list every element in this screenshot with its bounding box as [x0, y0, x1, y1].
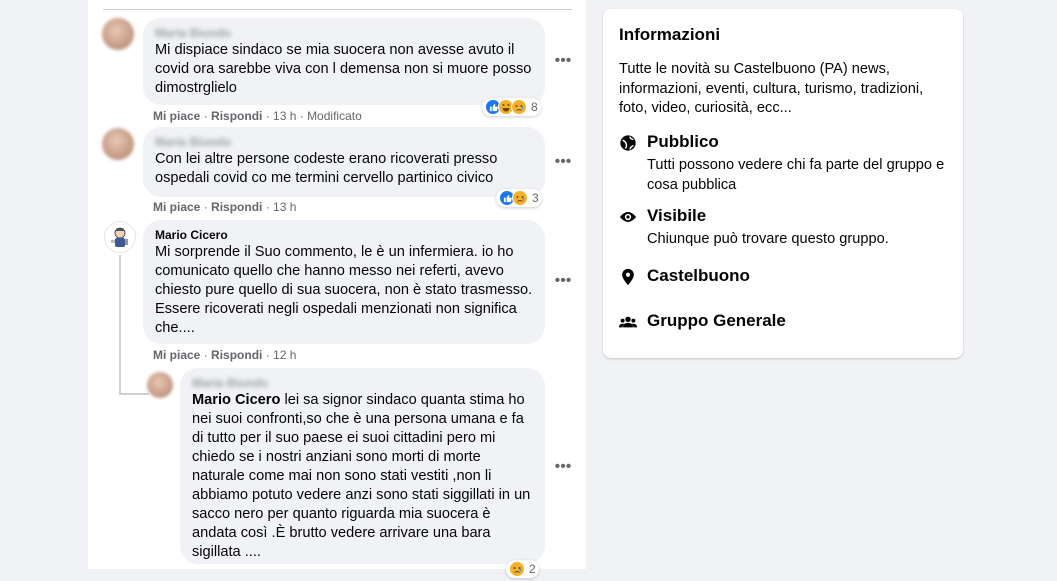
- like-button[interactable]: Mi piace: [153, 348, 200, 362]
- reactions-summary[interactable]: 8: [482, 98, 541, 116]
- privacy-title: Pubblico: [647, 132, 719, 151]
- comment-author[interactable]: Maria Biundo: [155, 134, 533, 150]
- group-description: Tutte le novità su Castelbuono (PA) news…: [619, 61, 924, 116]
- comment-time[interactable]: 13 h: [273, 200, 296, 214]
- like-button[interactable]: Mi piace: [153, 109, 200, 123]
- avatar[interactable]: [147, 372, 173, 398]
- comment-author[interactable]: Mario Cicero: [155, 227, 533, 243]
- sad-icon: [509, 561, 525, 577]
- reactions-count: 2: [529, 562, 536, 576]
- thread-line: [119, 255, 121, 395]
- more-options-button[interactable]: •••: [552, 456, 574, 478]
- location-row[interactable]: Castelbuono: [619, 266, 949, 290]
- avatar[interactable]: [104, 221, 136, 253]
- reactions-count: 3: [532, 191, 539, 205]
- like-button[interactable]: Mi piace: [153, 200, 200, 214]
- comments-feed: Maria Biundo Mi dispiace sindaco se mia …: [88, 0, 586, 578]
- reply-button[interactable]: Rispondi: [211, 109, 262, 123]
- reactions-count: 8: [531, 100, 538, 114]
- comment-text: Mi dispiace sindaco se mia suocera non a…: [155, 42, 532, 96]
- thread-line: [119, 393, 149, 395]
- reactions-summary[interactable]: 2: [506, 560, 539, 578]
- more-options-button[interactable]: •••: [552, 270, 574, 292]
- more-options-button[interactable]: •••: [552, 151, 574, 173]
- reactions-summary[interactable]: 3: [496, 189, 542, 207]
- visibility-text: Chiunque può trovare questo gruppo.: [647, 231, 889, 247]
- comment-body: lei sa signor sindaco quanta stima ho ne…: [192, 392, 531, 560]
- comment-bubble: Maria Biundo Mi dispiace sindaco se mia …: [143, 18, 545, 105]
- comment-bubble: Mario Cicero Mi sorprende il Suo comment…: [143, 220, 545, 344]
- visibility-row: Visibile Chiunque può trovare questo gru…: [619, 206, 949, 251]
- group-icon: [619, 316, 637, 328]
- location-pin-icon: [622, 268, 634, 286]
- comment-author[interactable]: Maria Biundo: [192, 375, 533, 391]
- privacy-row: Pubblico Tutti possono vedere chi fa par…: [619, 132, 949, 193]
- eye-icon: [619, 212, 637, 222]
- comment-actions: Mi piace · Rispondi · 13 h · Modificato: [153, 109, 362, 123]
- comment-author[interactable]: Maria Biundo: [155, 25, 533, 41]
- category-row: Gruppo Generale: [619, 311, 949, 335]
- comment-text: Con lei altre persone codeste erano rico…: [155, 151, 498, 186]
- comment-actions: Mi piace · Rispondi · 12 h: [153, 348, 297, 362]
- comment-text: Mi sorprende il Suo commento, le è un in…: [155, 244, 533, 336]
- comment-bubble: Maria Biundo Mario Cicero lei sa signor …: [180, 368, 545, 564]
- mention-link[interactable]: Mario Cicero: [192, 392, 280, 408]
- location-label[interactable]: Castelbuono: [647, 266, 750, 286]
- reply-button[interactable]: Rispondi: [211, 348, 262, 362]
- avatar[interactable]: [102, 18, 134, 50]
- comment-bubble: Maria Biundo Con lei altre persone codes…: [143, 127, 545, 197]
- sad-icon: [511, 99, 527, 115]
- comment-time[interactable]: 13 h: [273, 109, 296, 123]
- group-info-card: Informazioni Tutte le novità su Castelbu…: [603, 9, 963, 358]
- cartoon-avatar-icon: [111, 227, 128, 247]
- comment-text: Mario Cicero lei sa signor sindaco quant…: [192, 391, 533, 562]
- privacy-text: Tutti possono vedere chi fa parte del gr…: [647, 157, 945, 193]
- sad-icon: [512, 190, 528, 206]
- feed-divider: [103, 9, 572, 10]
- edited-label: Modificato: [307, 109, 362, 123]
- comment-time[interactable]: 12 h: [273, 348, 296, 362]
- category-label: Gruppo Generale: [647, 311, 786, 330]
- visibility-title: Visibile: [647, 206, 707, 225]
- reply-button[interactable]: Rispondi: [211, 200, 262, 214]
- card-title: Informazioni: [619, 25, 721, 44]
- comment-actions: Mi piace · Rispondi · 13 h: [153, 200, 297, 214]
- avatar[interactable]: [102, 128, 134, 160]
- more-options-button[interactable]: •••: [552, 50, 574, 72]
- globe-icon: [620, 135, 636, 151]
